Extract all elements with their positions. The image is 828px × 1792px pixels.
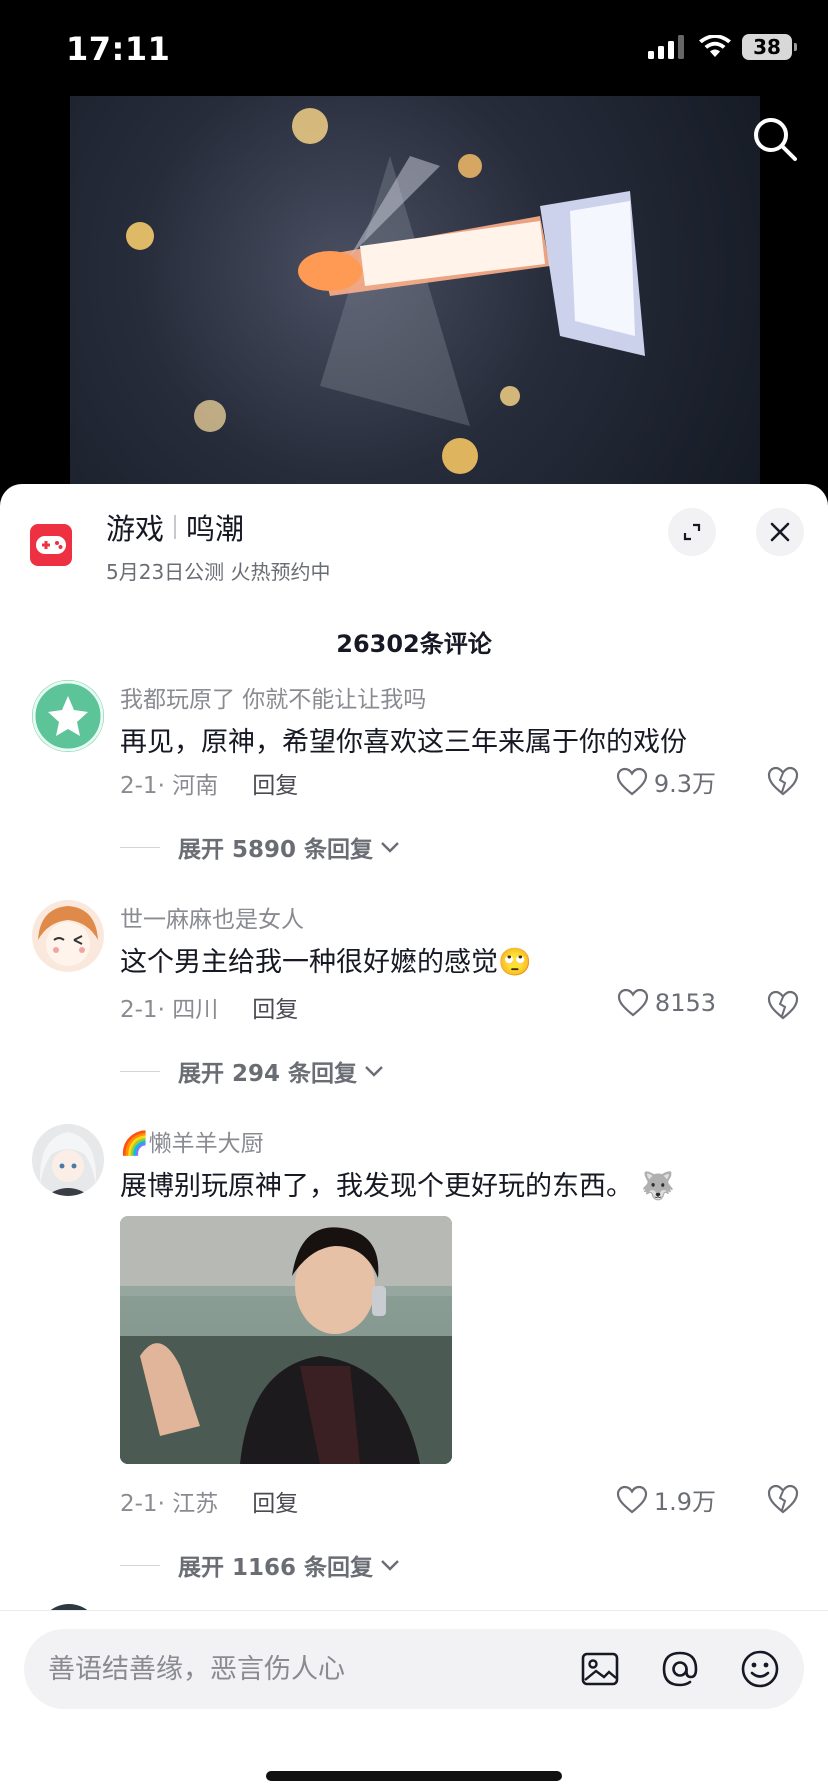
divider-line (120, 1070, 160, 1072)
comment-sheet: 游戏 鸣潮 5月23日公测 火热预约中 26302条评论 我都玩原了 你就不能让… (0, 484, 828, 1792)
game-controller-icon (30, 524, 72, 566)
divider-line (120, 846, 160, 848)
comment-meta: 2-1· 河南 回复 (120, 766, 298, 800)
avatar[interactable] (32, 1124, 104, 1196)
comment-username-row[interactable]: 🌈懒羊羊大厨 (120, 1124, 264, 1158)
comment-username: 懒羊羊大厨 (148, 1131, 264, 1157)
like-button[interactable]: 1.9万 (616, 1482, 716, 1517)
expand-replies-label: 展开 294 条回复 (178, 1061, 358, 1087)
wifi-icon (699, 35, 731, 57)
comment-meta: 2-1· 四川 回复 (120, 990, 298, 1024)
expand-replies[interactable]: 展开 1166 条回复 (120, 1548, 401, 1582)
comment-input-box[interactable] (24, 1629, 804, 1709)
dislike-icon[interactable] (766, 764, 800, 798)
game-subtitle: 5月23日公测 火热预约中 (106, 560, 331, 584)
like-count: 1.9万 (653, 1488, 716, 1516)
comment-meta: 2-1· 江苏 回复 (120, 1484, 298, 1518)
status-bar: 17:11 38 (0, 0, 828, 96)
reply-button[interactable]: 回复 (252, 990, 298, 1024)
comment-text-row: 展博别玩原神了，我发现个更好玩的东西。 🐺 (120, 1164, 675, 1203)
comment-input[interactable] (48, 1629, 548, 1709)
comment-image-art (120, 1216, 452, 1464)
comment-date-location: 2-1· 江苏 (120, 1491, 219, 1517)
battery-indicator: 38 (742, 34, 797, 60)
game-title: 游戏 鸣潮 (106, 506, 244, 548)
comment-emoji: 🐺 (641, 1171, 675, 1202)
comment-count: 26302条评论 (336, 630, 492, 658)
close-button[interactable] (756, 508, 804, 556)
comment-date-location: 2-1· 四川 (120, 997, 219, 1023)
search-icon[interactable] (750, 114, 800, 164)
close-icon (770, 522, 790, 542)
expand-replies-label: 展开 5890 条回复 (178, 837, 374, 863)
status-time: 17:11 (66, 30, 171, 68)
comment-username[interactable]: 我都玩原了 你就不能让让我吗 (120, 680, 426, 714)
chevron-down-icon (381, 1560, 399, 1571)
dislike-icon[interactable] (766, 988, 800, 1022)
comment-text: 展博别玩原神了，我发现个更好玩的东西。 (120, 1171, 633, 1202)
comment-emoji: 🙄 (498, 947, 532, 978)
expand-icon (683, 523, 701, 541)
status-icons: 38 (648, 34, 797, 60)
video-player[interactable] (70, 96, 760, 484)
home-indicator (266, 1771, 562, 1781)
expand-replies[interactable]: 展开 294 条回复 (120, 1054, 385, 1088)
emoji-icon[interactable] (738, 1647, 782, 1691)
user-badge: 🌈 (120, 1131, 149, 1157)
comment-image[interactable] (120, 1216, 452, 1464)
reply-button[interactable]: 回复 (252, 1484, 298, 1518)
expand-replies[interactable]: 展开 5890 条回复 (120, 830, 401, 864)
game-category: 游戏 (106, 512, 165, 546)
comment-username[interactable]: 世一麻麻也是女人 (120, 900, 304, 934)
signal-icon (648, 35, 684, 59)
title-divider (174, 515, 177, 539)
comment-text: 这个男主给我一种很好嬷的感觉 (120, 947, 498, 978)
avatar[interactable] (32, 680, 104, 752)
heart-icon (616, 1485, 647, 1513)
dislike-icon[interactable] (766, 1482, 800, 1516)
comment-text: 再见，原神，希望你喜欢这三年来属于你的戏份 (120, 727, 687, 758)
comment-input-bar (0, 1610, 828, 1792)
avatar[interactable] (32, 900, 104, 972)
game-name: 鸣潮 (186, 512, 245, 546)
like-button[interactable]: 9.3万 (616, 764, 716, 799)
expand-replies-label: 展开 1166 条回复 (178, 1555, 374, 1581)
image-icon[interactable] (578, 1647, 622, 1691)
comment-text-row: 这个男主给我一种很好嬷的感觉🙄 (120, 940, 532, 979)
reply-button[interactable]: 回复 (252, 766, 298, 800)
heart-icon (616, 767, 647, 795)
chevron-down-icon (381, 842, 399, 853)
divider-line (120, 1564, 160, 1566)
expand-button[interactable] (668, 508, 716, 556)
at-icon[interactable] (658, 1647, 702, 1691)
like-button[interactable]: 8153 (617, 988, 716, 1018)
like-count: 8153 (654, 989, 716, 1017)
like-count: 9.3万 (653, 770, 716, 798)
video-frame-art (126, 108, 645, 474)
comment-date-location: 2-1· 河南 (120, 773, 219, 799)
chevron-down-icon (365, 1066, 383, 1077)
heart-icon (617, 988, 649, 1017)
